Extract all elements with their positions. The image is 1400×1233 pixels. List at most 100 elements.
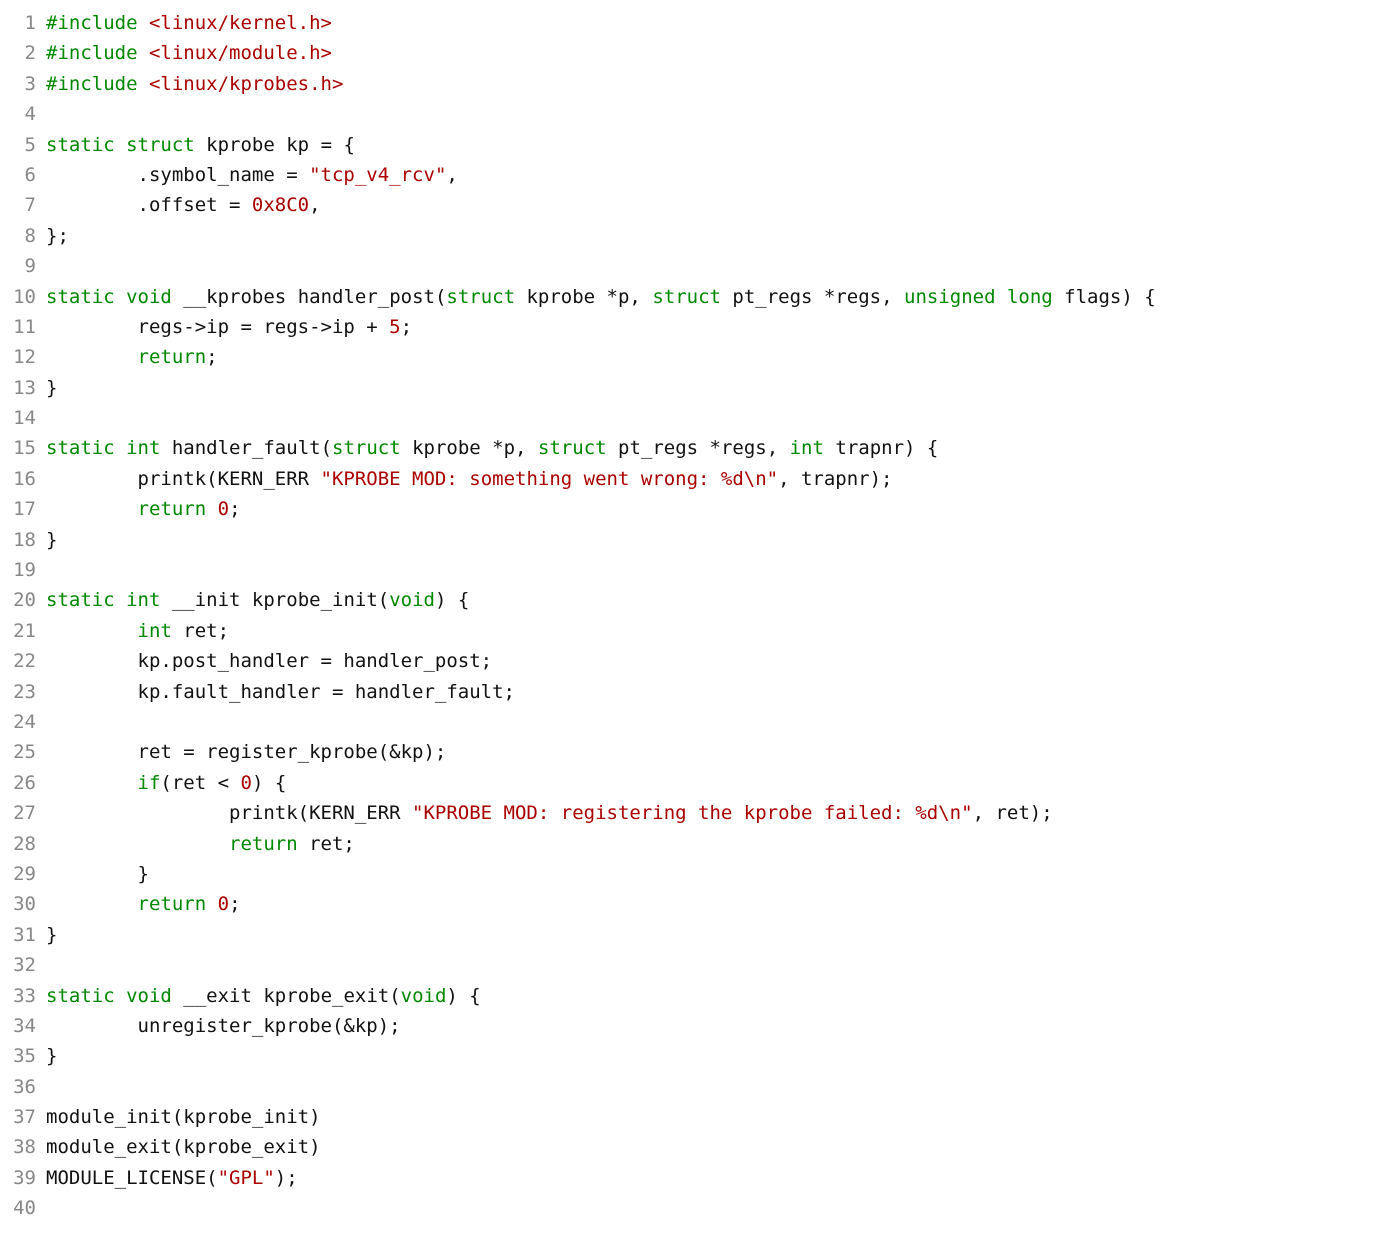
token-id: ; [206,346,217,368]
token-num: 0 [218,893,229,915]
code-content: regs->ip = regs->ip + 5; [46,312,1400,342]
token-id: kprobe *p, [401,437,538,459]
code-content: static int handler_fault(struct kprobe *… [46,433,1400,463]
code-content [46,707,1400,737]
token-str: "KPROBE MOD: something went wrong: %d\n" [321,468,779,490]
token-id: ) { [435,589,469,611]
token-kw: if [138,772,161,794]
code-line: 38module_exit(kprobe_exit) [0,1132,1400,1162]
token-id: module_init(kprobe_init) [46,1106,321,1128]
token-id: regs->ip = regs->ip + [46,316,389,338]
token-id: ret; [172,620,229,642]
code-content: static struct kprobe kp = { [46,130,1400,160]
token-num: 0 [240,772,251,794]
token-kw: static [46,437,115,459]
line-number: 9 [0,251,46,281]
code-line: 3#include <linux/kprobes.h> [0,69,1400,99]
token-id: (ret < [160,772,240,794]
line-number: 8 [0,221,46,251]
code-line: 15static int handler_fault(struct kprobe… [0,433,1400,463]
token-inc: <linux/kprobes.h> [149,73,343,95]
line-number: 11 [0,312,46,342]
code-line: 26 if(ret < 0) { [0,768,1400,798]
code-line: 21 int ret; [0,616,1400,646]
code-content: }; [46,221,1400,251]
token-id: kp.fault_handler = handler_fault; [46,681,515,703]
token-id: ; [229,893,240,915]
token-id: unregister_kprobe(&kp); [46,1015,401,1037]
token-kw: static [46,134,115,156]
code-content: #include <linux/kernel.h> [46,8,1400,38]
code-content [46,1193,1400,1223]
token-kw: return [138,893,207,915]
token-inc: <linux/module.h> [149,42,332,64]
code-content: module_init(kprobe_init) [46,1102,1400,1132]
token-id: module_exit(kprobe_exit) [46,1136,321,1158]
code-content: #include <linux/kprobes.h> [46,69,1400,99]
code-line: 19 [0,555,1400,585]
token-id: }; [46,225,69,247]
code-line: 11 regs->ip = regs->ip + 5; [0,312,1400,342]
token-id: ; [401,316,412,338]
line-number: 37 [0,1102,46,1132]
line-number: 6 [0,160,46,190]
token-id: , ret); [973,802,1053,824]
code-line: 14 [0,403,1400,433]
code-content: MODULE_LICENSE("GPL"); [46,1163,1400,1193]
token-id: ; [229,498,240,520]
token-id: trapnr) { [824,437,938,459]
code-content: return; [46,342,1400,372]
line-number: 2 [0,38,46,68]
token-kw: return [138,346,207,368]
code-content: printk(KERN_ERR "KPROBE MOD: something w… [46,464,1400,494]
line-number: 20 [0,585,46,615]
code-line: 27 printk(KERN_ERR "KPROBE MOD: register… [0,798,1400,828]
token-num: 0x8C0 [252,194,309,216]
code-content [46,99,1400,129]
code-line: 35} [0,1041,1400,1071]
code-line: 25 ret = register_kprobe(&kp); [0,737,1400,767]
token-str: "tcp_v4_rcv" [309,164,446,186]
token-kw: struct [538,437,607,459]
token-id [206,893,217,915]
line-number: 14 [0,403,46,433]
token-kw: static [46,985,115,1007]
code-line: 28 return ret; [0,829,1400,859]
token-id: } [46,529,57,551]
line-number: 19 [0,555,46,585]
code-line: 22 kp.post_handler = handler_post; [0,646,1400,676]
code-content: module_exit(kprobe_exit) [46,1132,1400,1162]
code-content: } [46,373,1400,403]
code-line: 31} [0,920,1400,950]
token-pp: #include [46,73,149,95]
code-line: 32 [0,950,1400,980]
token-id: } [46,863,149,885]
code-content: ret = register_kprobe(&kp); [46,737,1400,767]
code-content: } [46,920,1400,950]
token-id: } [46,924,57,946]
line-number: 34 [0,1011,46,1041]
line-number: 35 [0,1041,46,1071]
code-line: 16 printk(KERN_ERR "KPROBE MOD: somethin… [0,464,1400,494]
code-line: 20static int __init kprobe_init(void) { [0,585,1400,615]
token-kw: return [229,833,298,855]
token-id: handler_fault( [160,437,332,459]
token-id [115,437,126,459]
line-number: 30 [0,889,46,919]
line-number: 33 [0,981,46,1011]
token-kw: void [389,589,435,611]
line-number: 28 [0,829,46,859]
token-kw: static [46,589,115,611]
code-line: 12 return; [0,342,1400,372]
line-number: 31 [0,920,46,950]
line-number: 25 [0,737,46,767]
code-content: return ret; [46,829,1400,859]
code-content: static int __init kprobe_init(void) { [46,585,1400,615]
token-id: ret = register_kprobe(&kp); [46,741,446,763]
line-number: 12 [0,342,46,372]
token-kw: struct [126,134,195,156]
line-number: 13 [0,373,46,403]
token-id: } [46,1045,57,1067]
code-line: 37module_init(kprobe_init) [0,1102,1400,1132]
code-line: 40 [0,1193,1400,1223]
